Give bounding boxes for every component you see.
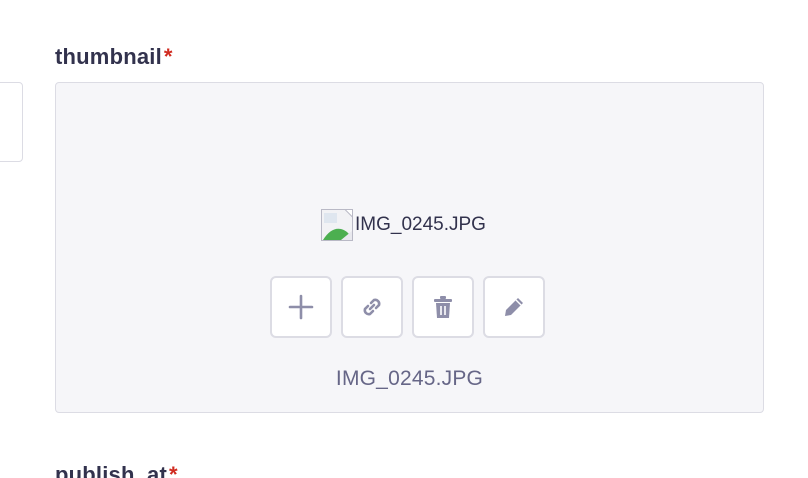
broken-image-icon xyxy=(321,209,353,241)
thumbnail-label-text: thumbnail xyxy=(55,44,162,69)
page: thumbnail* IMG_0245.JPG IMG_0245.JPG pub… xyxy=(0,0,808,478)
publish-at-label-text: publish_at xyxy=(55,462,168,478)
image-preview[interactable]: IMG_0245.JPG xyxy=(321,209,486,241)
plus-icon xyxy=(287,293,315,321)
delete-asset-button[interactable] xyxy=(412,276,474,338)
adjacent-input-field[interactable] xyxy=(0,82,23,162)
add-asset-button[interactable] xyxy=(270,276,332,338)
required-mark: * xyxy=(169,462,178,478)
preview-alt-text: IMG_0245.JPG xyxy=(355,214,486,235)
asset-filename: IMG_0245.JPG xyxy=(335,367,484,390)
copy-link-button[interactable] xyxy=(341,276,403,338)
thumbnail-label: thumbnail* xyxy=(55,44,173,70)
publish-at-label: publish_at* xyxy=(55,462,178,478)
trash-icon xyxy=(429,293,457,321)
pencil-icon xyxy=(500,293,528,321)
thumbnail-asset-box: IMG_0245.JPG IMG_0245.JPG xyxy=(55,82,764,413)
link-icon xyxy=(358,293,386,321)
required-mark: * xyxy=(163,44,173,69)
asset-actions xyxy=(270,276,545,338)
edit-asset-button[interactable] xyxy=(483,276,545,338)
